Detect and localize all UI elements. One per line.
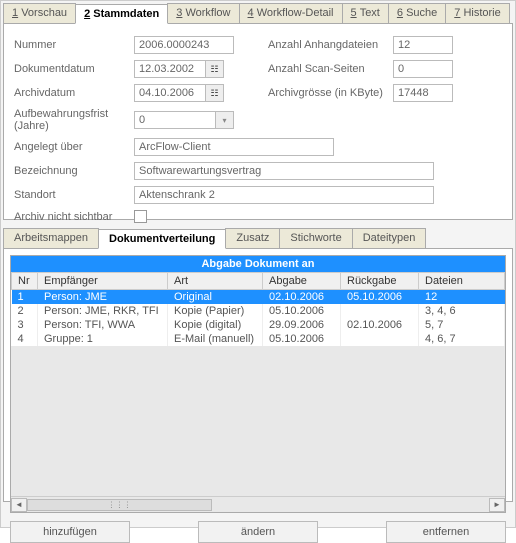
col-art[interactable]: Art	[168, 273, 263, 290]
bezeichnung-label: Bezeichnung	[14, 165, 134, 177]
cell-dateien: 12	[419, 290, 505, 305]
anz-anhang-field[interactable]	[393, 36, 453, 54]
cell-abgabe: 05.10.2006	[263, 332, 341, 346]
table-body: 1Person: JMEOriginal02.10.200605.10.2006…	[12, 290, 505, 347]
archiv-nicht-sichtbar-checkbox[interactable]	[134, 210, 147, 223]
scroll-thumb[interactable]: ⋮⋮⋮	[27, 499, 212, 511]
tab-workflow[interactable]: 3 Workflow	[167, 3, 239, 23]
subtab-arbeitsmappen[interactable]: Arbeitsmappen	[3, 228, 99, 248]
cell-rueck	[341, 332, 419, 346]
archiv-nicht-sichtbar-label: Archiv nicht sichtbar	[14, 211, 134, 223]
table-row[interactable]: 4Gruppe: 1E-Mail (manuell)05.10.2006 4, 6…	[12, 332, 505, 346]
cell-rueck	[341, 304, 419, 318]
anz-anhang-label: Anzahl Anhangdateien	[268, 39, 393, 51]
cell-abgabe: 29.09.2006	[263, 318, 341, 332]
standort-label: Standort	[14, 189, 134, 201]
scroll-grip-icon: ⋮⋮⋮	[107, 500, 131, 509]
cell-art: Kopie (digital)	[168, 318, 263, 332]
angelegt-field[interactable]	[134, 138, 334, 156]
standort-field[interactable]	[134, 186, 434, 204]
edit-button[interactable]: ändern	[198, 521, 318, 543]
subtab-zusatz[interactable]: Zusatz	[225, 228, 280, 248]
table-empty-area[interactable]	[11, 346, 505, 496]
cell-art: Original	[168, 290, 263, 305]
dokumentdatum-calendar-icon[interactable]: ☷	[206, 60, 224, 78]
dokumentdatum-field[interactable]	[134, 60, 206, 78]
cell-dateien: 4, 6, 7	[419, 332, 505, 346]
add-button[interactable]: hinzufügen	[10, 521, 130, 543]
archivdatum-field[interactable]	[134, 84, 206, 102]
dokumentdatum-label: Dokumentdatum	[14, 63, 134, 75]
verteilung-table: Abgabe Dokument an Nr Empfänger Art Abga…	[10, 255, 506, 513]
anz-scan-label: Anzahl Scan-Seiten	[268, 63, 393, 75]
subtab-dokumentverteilung[interactable]: Dokumentverteilung	[98, 229, 226, 249]
nummer-label: Nummer	[14, 39, 134, 51]
col-abgabe[interactable]: Abgabe	[263, 273, 341, 290]
archivdatum-label: Archivdatum	[14, 87, 134, 99]
table-header-row: Nr Empfänger Art Abgabe Rückgabe Dateien	[12, 273, 505, 290]
cell-dateien: 5, 7	[419, 318, 505, 332]
subtab-stichworte[interactable]: Stichworte	[279, 228, 352, 248]
tab-vorschau[interactable]: 1 Vorschau	[3, 3, 76, 23]
tab-suche[interactable]: 6 Suche	[388, 3, 446, 23]
cell-nr: 3	[12, 318, 38, 332]
tab-text[interactable]: 5 Text	[342, 3, 389, 23]
col-dateien[interactable]: Dateien	[419, 273, 505, 290]
subtab-dateitypen[interactable]: Dateitypen	[352, 228, 427, 248]
table-row[interactable]: 1Person: JMEOriginal02.10.200605.10.2006…	[12, 290, 505, 305]
cell-abgabe: 02.10.2006	[263, 290, 341, 305]
sub-tabbar: Arbeitsmappen Dokumentverteilung Zusatz …	[3, 228, 513, 249]
aufbewahrungsfrist-field[interactable]	[134, 111, 216, 129]
main-tabbar: 1 Vorschau 2 Stammdaten 3 Workflow 4 Wor…	[3, 3, 513, 24]
scroll-left-icon[interactable]: ◄	[11, 498, 27, 512]
cell-nr: 4	[12, 332, 38, 346]
bezeichnung-field[interactable]	[134, 162, 434, 180]
tab-historie[interactable]: 7 Historie	[445, 3, 509, 23]
cell-empf: Gruppe: 1	[38, 332, 168, 346]
cell-art: E-Mail (manuell)	[168, 332, 263, 346]
col-rueckgabe[interactable]: Rückgabe	[341, 273, 419, 290]
cell-rueck: 02.10.2006	[341, 318, 419, 332]
anz-scan-field[interactable]	[393, 60, 453, 78]
table-row[interactable]: 2Person: JME, RKR, TFIKopie (Papier)05.1…	[12, 304, 505, 318]
scroll-track[interactable]: ⋮⋮⋮	[27, 498, 489, 512]
cell-empf: Person: JME, RKR, TFI	[38, 304, 168, 318]
archivdatum-calendar-icon[interactable]: ☷	[206, 84, 224, 102]
cell-abgabe: 05.10.2006	[263, 304, 341, 318]
tab-stammdaten[interactable]: 2 Stammdaten	[75, 4, 168, 24]
cell-empf: Person: JME	[38, 290, 168, 305]
scroll-right-icon[interactable]: ►	[489, 498, 505, 512]
col-empfaenger[interactable]: Empfänger	[38, 273, 168, 290]
remove-button[interactable]: entfernen	[386, 521, 506, 543]
cell-nr: 2	[12, 304, 38, 318]
archivgroesse-field[interactable]	[393, 84, 453, 102]
table-title: Abgabe Dokument an	[11, 256, 505, 272]
horizontal-scrollbar[interactable]: ◄ ⋮⋮⋮ ►	[11, 496, 505, 512]
cell-rueck: 05.10.2006	[341, 290, 419, 305]
cell-nr: 1	[12, 290, 38, 305]
archivgroesse-label: Archivgrösse (in KByte)	[268, 87, 393, 99]
stammdaten-panel: Nummer Dokumentdatum ☷ Archivdatum ☷	[3, 24, 513, 220]
dokumentverteilung-panel: Abgabe Dokument an Nr Empfänger Art Abga…	[3, 249, 513, 502]
aufbewahrungsfrist-label: Aufbewahrungsfrist (Jahre)	[14, 108, 134, 132]
cell-dateien: 3, 4, 6	[419, 304, 505, 318]
col-nr[interactable]: Nr	[12, 273, 38, 290]
tab-workflow-detail[interactable]: 4 Workflow-Detail	[239, 3, 343, 23]
cell-empf: Person: TFI, WWA	[38, 318, 168, 332]
aufbewahrungsfrist-dropdown-icon[interactable]: ▾	[216, 111, 234, 129]
nummer-field[interactable]	[134, 36, 234, 54]
cell-art: Kopie (Papier)	[168, 304, 263, 318]
angelegt-label: Angelegt über	[14, 141, 134, 153]
table-row[interactable]: 3Person: TFI, WWAKopie (digital)29.09.20…	[12, 318, 505, 332]
